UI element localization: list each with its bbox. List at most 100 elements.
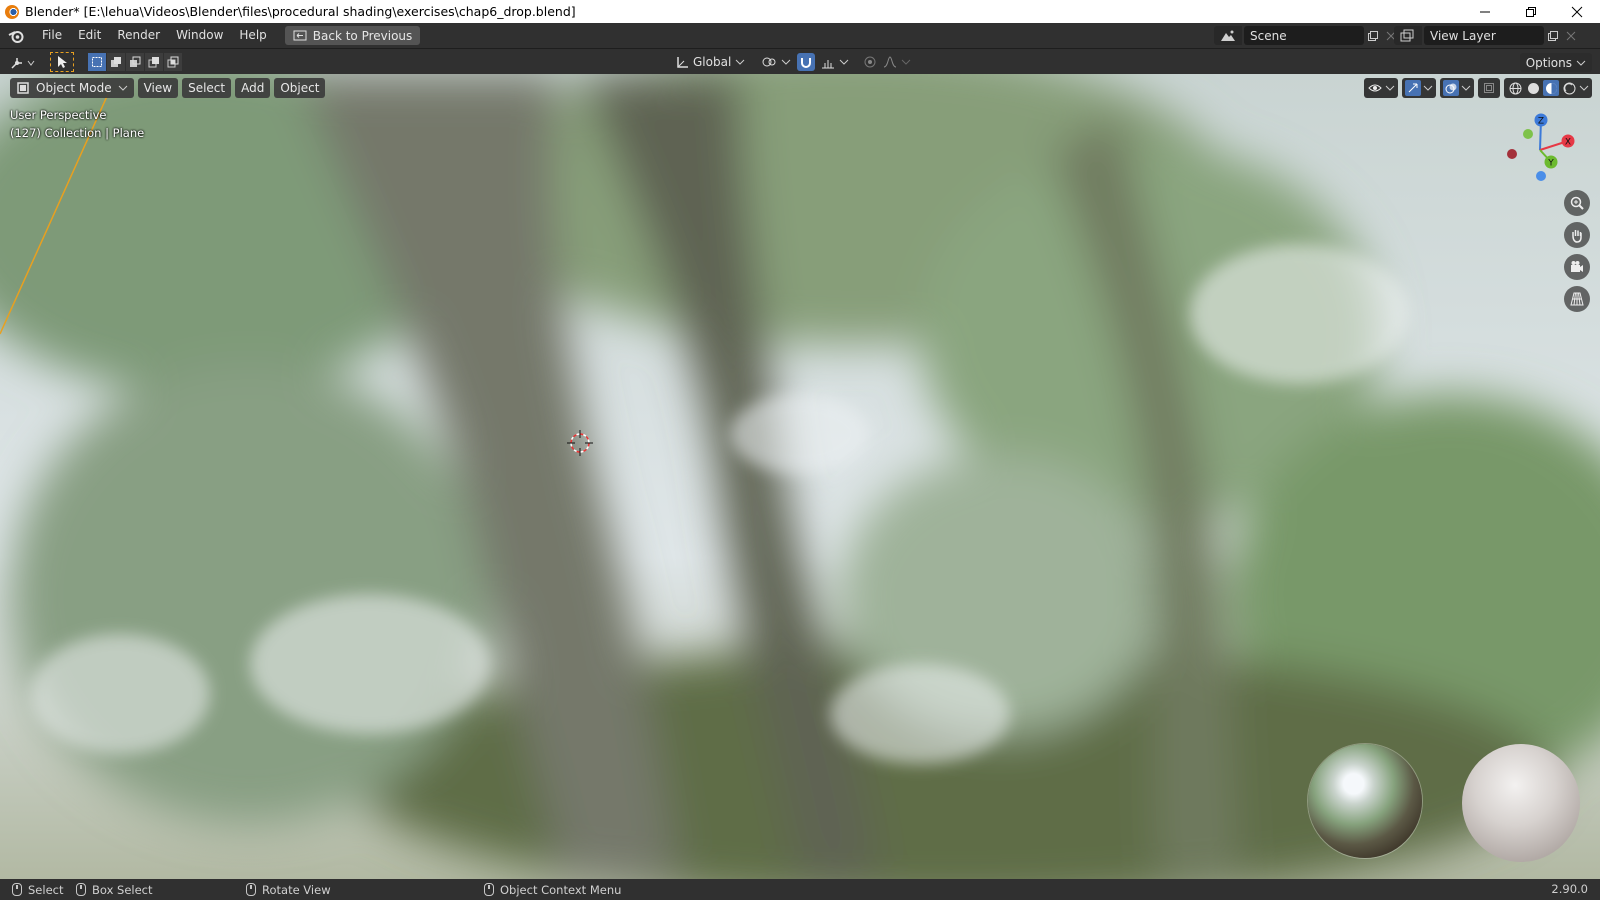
- overlays-icon: [1443, 80, 1459, 96]
- object-mode-label: Object Mode: [36, 81, 112, 95]
- tool-header: Global Options: [0, 48, 1600, 74]
- mode-set-new-button[interactable]: [88, 53, 106, 71]
- proportional-edit-toggle[interactable]: [863, 55, 877, 69]
- chevron-down-icon: [1461, 85, 1471, 91]
- gizmo-icon: [1405, 80, 1421, 96]
- copy-icon: [1368, 30, 1378, 41]
- back-to-previous-button[interactable]: Back to Previous: [284, 26, 421, 45]
- object-mode-icon: [17, 82, 29, 94]
- menu-window[interactable]: Window: [168, 23, 231, 48]
- new-view-layer-button[interactable]: [1544, 26, 1562, 45]
- window-title: Blender* [E:\lehua\Videos\Blender\files\…: [25, 4, 576, 19]
- view-layer-browse-button[interactable]: [1394, 26, 1422, 45]
- chevron-down-icon: [839, 59, 849, 65]
- hand-pan-icon[interactable]: [1564, 222, 1590, 248]
- xray-toggle[interactable]: [1478, 78, 1500, 98]
- close-icon[interactable]: [1554, 0, 1600, 23]
- viewport-menu-view[interactable]: View: [137, 78, 179, 98]
- status-select: Select: [12, 883, 63, 897]
- axis-neg-x-handle[interactable]: [1507, 149, 1517, 159]
- transform-settings: Global: [675, 53, 911, 71]
- proportional-edit-icon: [864, 56, 876, 68]
- shading-mode-group: [1504, 78, 1592, 98]
- scene-name-field[interactable]: Scene: [1244, 26, 1364, 45]
- viewport-info-overlay: User Perspective (127) Collection | Plan…: [10, 106, 144, 142]
- window-title-bar: Blender* [E:\lehua\Videos\Blender\files\…: [0, 0, 1600, 23]
- back-to-previous-label: Back to Previous: [312, 28, 413, 43]
- status-context-menu-label: Object Context Menu: [500, 882, 622, 897]
- editor-type-button[interactable]: [8, 53, 38, 72]
- new-scene-button[interactable]: [1364, 26, 1382, 45]
- zoom-icon[interactable]: [1564, 190, 1590, 216]
- gizmo-toggle-group[interactable]: [1402, 78, 1436, 98]
- active-object-label: (127) Collection | Plane: [10, 126, 145, 140]
- screen-back-icon: [293, 30, 307, 40]
- viewport-menu-object[interactable]: Object: [274, 78, 326, 98]
- axis-y-label: Y: [1547, 159, 1554, 169]
- menu-edit[interactable]: Edit: [70, 23, 109, 48]
- view-layer-name-field[interactable]: View Layer: [1424, 26, 1544, 45]
- restore-icon[interactable]: [1508, 0, 1554, 23]
- minimize-icon[interactable]: [1462, 0, 1508, 23]
- wireframe-shading-icon[interactable]: [1507, 80, 1523, 96]
- camera-view-icon[interactable]: [1564, 254, 1590, 280]
- viewport-menu-add[interactable]: Add: [235, 78, 271, 98]
- selected-plane-edge: [0, 94, 109, 335]
- chevron-down-icon[interactable]: [1579, 84, 1589, 92]
- object-mode-dropdown[interactable]: Object Mode: [10, 78, 134, 98]
- select-intersect-icon: [167, 56, 179, 68]
- left-mouse-drag-icon: [76, 883, 86, 896]
- view-perspective-label: User Perspective: [10, 108, 107, 122]
- mode-difference-button[interactable]: [145, 53, 163, 71]
- select-extend-icon: [111, 57, 121, 67]
- axis-neg-y-handle[interactable]: [1523, 129, 1533, 139]
- axis-neg-z-handle[interactable]: [1536, 171, 1546, 181]
- mode-extend-button[interactable]: [107, 53, 125, 71]
- select-set-icon: [92, 57, 102, 67]
- xray-icon: [1481, 80, 1497, 96]
- eye-icon: [1367, 80, 1383, 96]
- 3d-viewport[interactable]: Object Mode View Select Add Object User …: [0, 74, 1600, 879]
- pivot-point-dropdown[interactable]: [761, 55, 791, 69]
- options-dropdown[interactable]: Options: [1519, 53, 1592, 72]
- blender-logo-icon[interactable]: [8, 28, 24, 44]
- scene-browse-button[interactable]: [1214, 26, 1242, 45]
- transform-orientation-dropdown[interactable]: Global: [675, 55, 745, 69]
- delete-view-layer-button[interactable]: [1562, 26, 1580, 45]
- blender-version: 2.90.0: [1551, 882, 1588, 896]
- menu-file[interactable]: File: [34, 23, 70, 48]
- material-preview-shading-icon[interactable]: [1543, 80, 1559, 96]
- viewport-menu-select[interactable]: Select: [182, 78, 232, 98]
- select-tweak-tool[interactable]: [50, 52, 74, 72]
- snap-toggle[interactable]: [797, 53, 816, 71]
- 3d-viewport-icon: [11, 57, 35, 69]
- selection-mode-group: [88, 53, 182, 71]
- chevron-down-icon: [1385, 85, 1395, 91]
- menu-render[interactable]: Render: [109, 23, 168, 48]
- axis-z-label: Z: [1538, 117, 1544, 127]
- navigation-gizmo[interactable]: Z X Y: [1500, 110, 1580, 190]
- mode-subtract-button[interactable]: [126, 53, 144, 71]
- rendered-shading-icon[interactable]: [1561, 80, 1577, 96]
- solid-shading-icon[interactable]: [1525, 80, 1541, 96]
- 3d-cursor-icon[interactable]: [565, 428, 595, 458]
- options-label: Options: [1525, 55, 1572, 70]
- left-mouse-icon: [12, 883, 22, 896]
- menu-help[interactable]: Help: [231, 23, 274, 48]
- falloff-curve-icon: [884, 56, 897, 68]
- perspective-grid-icon[interactable]: [1564, 286, 1590, 312]
- transform-orientation-label: Global: [693, 55, 732, 69]
- mode-intersect-button[interactable]: [164, 53, 182, 71]
- chevron-down-icon: [735, 59, 745, 65]
- chevron-down-icon: [781, 59, 791, 65]
- snap-element-dropdown[interactable]: [821, 55, 849, 69]
- status-bar: Select Box Select Rotate View Object Con…: [0, 879, 1600, 900]
- pivot-icon: [762, 57, 776, 67]
- diffuse-preview-sphere: [1462, 744, 1580, 862]
- overlays-toggle-group[interactable]: [1440, 78, 1474, 98]
- proportional-falloff-dropdown[interactable]: [883, 55, 911, 69]
- chevron-down-icon: [118, 85, 127, 91]
- visibility-dropdown[interactable]: [1364, 78, 1398, 98]
- chevron-down-icon: [1576, 60, 1586, 66]
- scene-name: Scene: [1250, 28, 1287, 43]
